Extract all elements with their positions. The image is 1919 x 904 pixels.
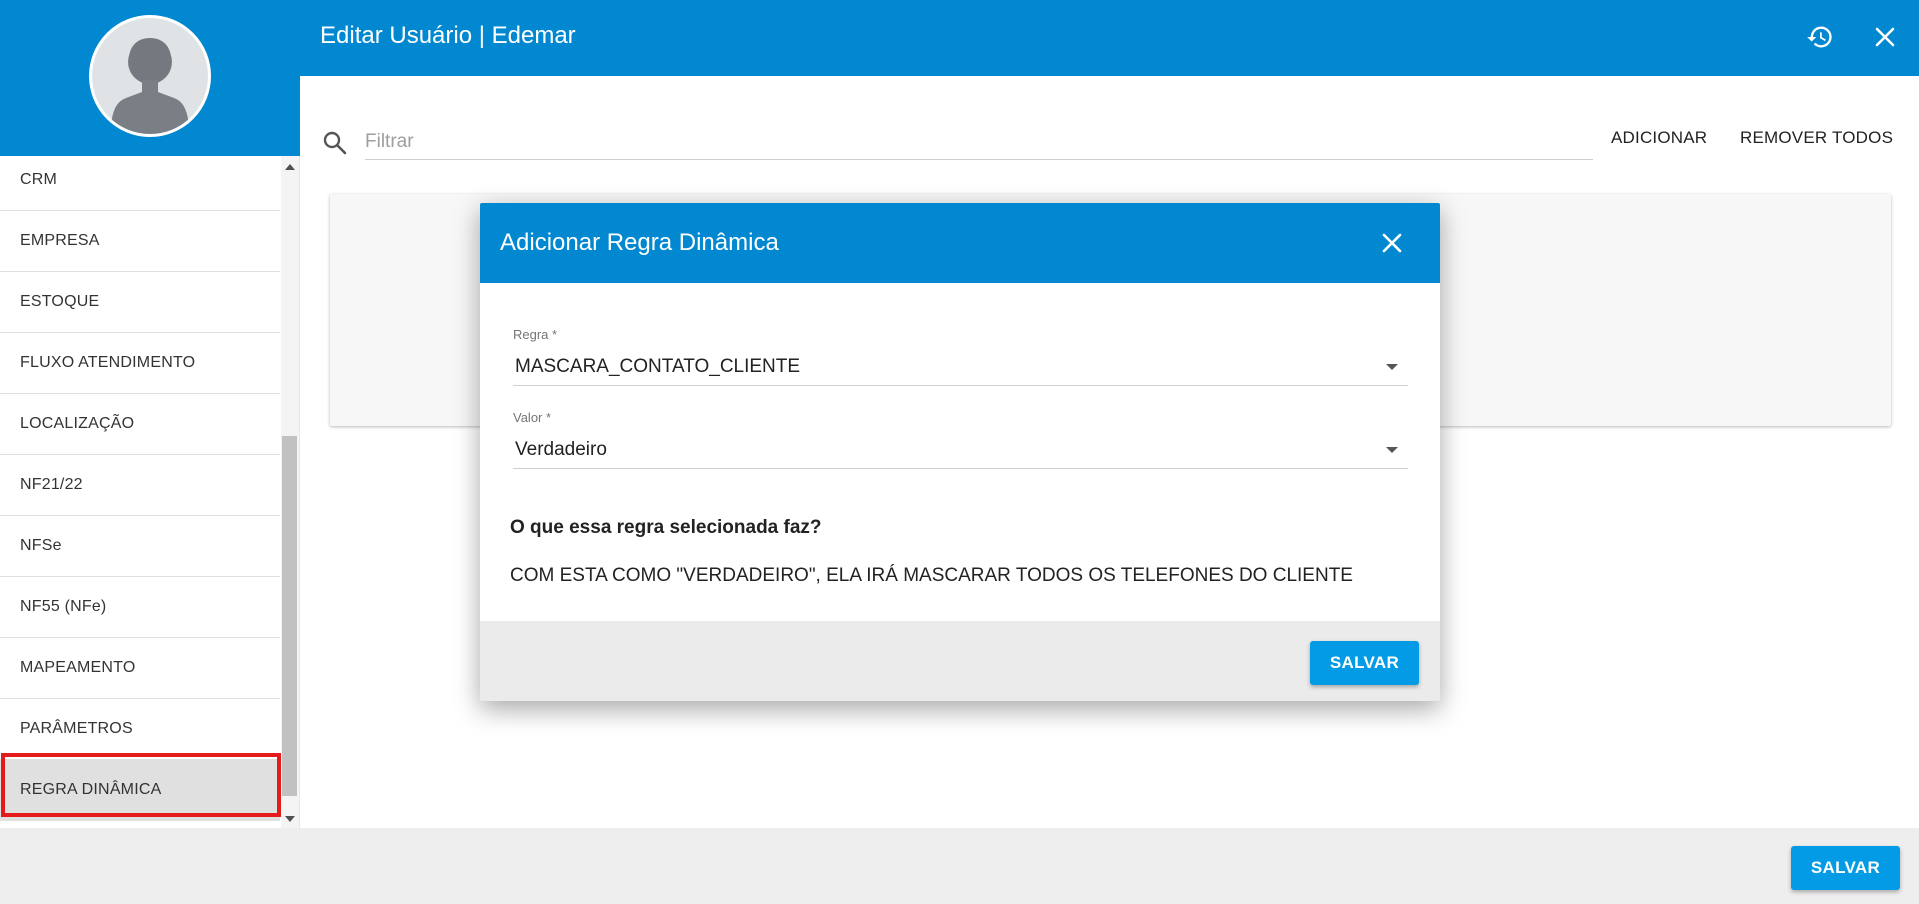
sidebar-list: CRM EMPRESA ESTOQUE FLUXO ATENDIMENTO LO…: [0, 156, 281, 828]
rule-underline: [513, 385, 1408, 386]
remove-all-button[interactable]: REMOVER TODOS: [1740, 128, 1893, 148]
search-icon: [322, 130, 348, 156]
user-avatar-icon: [89, 15, 211, 137]
sidebar-item-label: ESTOQUE: [20, 293, 100, 310]
save-button[interactable]: SALVAR: [1791, 846, 1900, 890]
rule-label: Regra *: [513, 327, 558, 342]
close-icon[interactable]: [1868, 20, 1902, 54]
sidebar-item-empresa[interactable]: EMPRESA: [0, 211, 280, 272]
sidebar-item-label: FLUXO ATENDIMENTO: [20, 354, 196, 371]
chevron-down-icon[interactable]: [1386, 364, 1398, 370]
add-button[interactable]: ADICIONAR: [1611, 128, 1707, 148]
sidebar-item-estoque[interactable]: ESTOQUE: [0, 272, 280, 333]
sidebar-item-mapeamento[interactable]: MAPEAMENTO: [0, 638, 280, 699]
rule-question: O que essa regra selecionada faz?: [510, 517, 822, 538]
sidebar-item-label: CRM: [20, 171, 58, 188]
chevron-down-icon[interactable]: [1386, 447, 1398, 453]
sidebar-divider: [299, 156, 300, 828]
sidebar-item-nfse[interactable]: NFSe: [0, 516, 280, 577]
scroll-down-arrow-icon[interactable]: [285, 816, 295, 822]
value-underline: [513, 468, 1408, 469]
sidebar-item-label: LOCALIZAÇÃO: [20, 415, 135, 432]
sidebar-item-fluxo-atendimento[interactable]: FLUXO ATENDIMENTO: [0, 333, 280, 394]
page-title: Editar Usuário | Edemar: [320, 22, 576, 49]
sidebar-item-label: PARÂMETROS: [20, 720, 133, 737]
scroll-thumb[interactable]: [282, 436, 297, 796]
sidebar-item-label: REGRA DINÂMICA: [20, 781, 162, 798]
rule-value[interactable]: MASCARA_CONTATO_CLIENTE: [515, 356, 800, 378]
sidebar-item-regra-dinamica[interactable]: REGRA DINÂMICA: [0, 760, 280, 821]
sidebar-header: [0, 0, 300, 156]
sidebar-item-label: NF55 (NFe): [20, 598, 107, 615]
scroll-up-arrow-icon[interactable]: [285, 164, 295, 170]
filter-row: ADICIONAR REMOVER TODOS: [300, 76, 1919, 186]
sidebar-item-crm[interactable]: CRM: [0, 156, 280, 211]
rule-description: COM ESTA COMO "VERDADEIRO", ELA IRÁ MASC…: [510, 565, 1353, 586]
value-label: Valor *: [513, 410, 552, 425]
top-app-bar: Editar Usuário | Edemar: [300, 0, 1919, 76]
sidebar-item-label: NF21/22: [20, 476, 83, 493]
sidebar-item-nf55[interactable]: NF55 (NFe): [0, 577, 280, 638]
sidebar: CRM EMPRESA ESTOQUE FLUXO ATENDIMENTO LO…: [0, 0, 300, 828]
dialog-close-icon[interactable]: [1374, 225, 1410, 261]
sidebar-item-label: NFSe: [20, 537, 62, 554]
sidebar-item-localizacao[interactable]: LOCALIZAÇÃO: [0, 394, 280, 455]
dialog-header: Adicionar Regra Dinâmica: [480, 203, 1440, 283]
bottom-bar: SALVAR: [0, 828, 1919, 904]
sidebar-scrollbar[interactable]: [281, 156, 299, 828]
sidebar-item-label: EMPRESA: [20, 232, 100, 249]
dialog-footer: SALVAR: [480, 621, 1440, 701]
value-value[interactable]: Verdadeiro: [515, 439, 607, 461]
sidebar-item-nf21-22[interactable]: NF21/22: [0, 455, 280, 516]
sidebar-item-label: MAPEAMENTO: [20, 659, 136, 676]
dialog-save-button[interactable]: SALVAR: [1310, 641, 1419, 685]
history-icon[interactable]: [1803, 20, 1837, 54]
add-dynamic-rule-dialog: Adicionar Regra Dinâmica Regra * MASCARA…: [480, 203, 1440, 701]
filter-input[interactable]: [365, 124, 1593, 160]
sidebar-item-parametros[interactable]: PARÂMETROS: [0, 699, 280, 760]
dialog-title: Adicionar Regra Dinâmica: [500, 229, 779, 256]
